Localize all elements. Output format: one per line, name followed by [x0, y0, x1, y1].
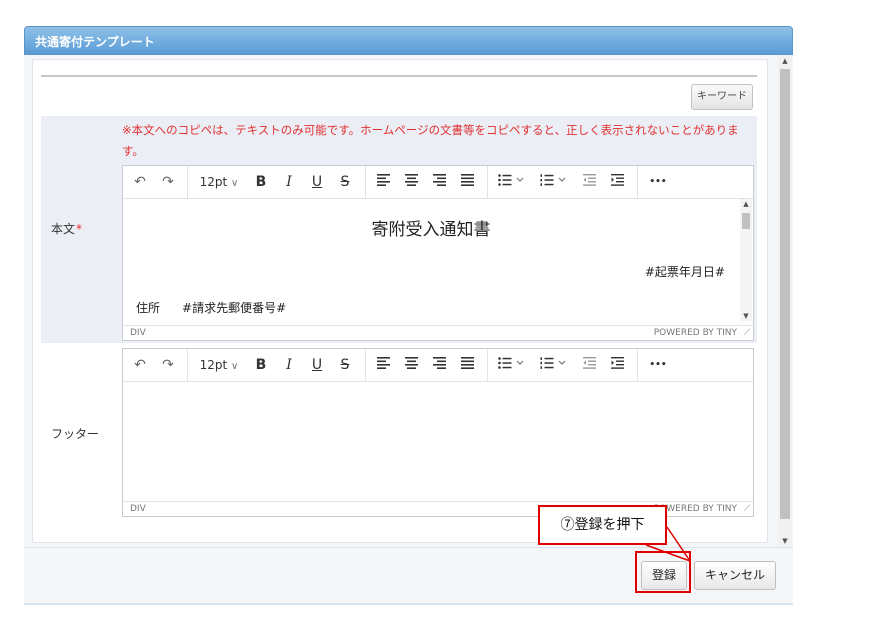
address-line: 住所 #請求先郵便番号# — [136, 301, 287, 315]
bold-icon[interactable]: B — [250, 166, 272, 199]
divider — [41, 75, 757, 77]
align-right-icon[interactable] — [429, 349, 451, 382]
template-dialog: 共通寄付テンプレート キーワード 本文* ※本文へのコピペは、テキストのみ可能で… — [24, 26, 793, 606]
font-size-select[interactable]: 12pt ∨ — [193, 349, 245, 382]
copy-paste-notice: ※本文へのコピペは、テキストのみ可能です。ホームページの文書等をコピペすると、正… — [122, 123, 739, 158]
divider — [24, 603, 793, 605]
body-editor-content[interactable]: 寄附受入通知書 #起票年月日# 住所 #請求先郵便番号# ▲ ▼ — [123, 199, 753, 321]
indent-icon[interactable] — [607, 166, 629, 199]
font-size-select[interactable]: 12pt ∨ — [193, 166, 245, 199]
footer-editor-content[interactable] — [123, 382, 753, 502]
outdent-icon[interactable] — [579, 349, 601, 382]
resize-handle-icon[interactable]: ⟋ — [744, 502, 750, 516]
align-left-icon[interactable] — [373, 349, 395, 382]
dialog-content: キーワード 本文* ※本文へのコピペは、テキストのみ可能です。ホームページの文書… — [24, 55, 793, 547]
undo-icon[interactable]: ↶ — [129, 349, 151, 382]
body-editor[interactable]: ↶ ↷ 12pt ∨ B I U S ••• 寄附受入通知書 #起票年月日# 住… — [122, 165, 754, 341]
bullet-list-icon[interactable] — [495, 349, 531, 382]
redo-icon[interactable]: ↷ — [157, 349, 179, 382]
dialog-titlebar: 共通寄付テンプレート — [24, 26, 793, 55]
document-title: 寄附受入通知書 — [371, 220, 491, 240]
body-field-label: 本文* — [51, 222, 83, 236]
form-card: キーワード 本文* ※本文へのコピペは、テキストのみ可能です。ホームページの文書… — [32, 59, 768, 543]
more-icon[interactable]: ••• — [645, 166, 671, 199]
resize-handle-icon[interactable]: ⟋ — [744, 326, 750, 340]
scroll-down-icon[interactable]: ▼ — [740, 312, 752, 320]
editor-toolbar: ↶ ↷ 12pt ∨ B I U S ••• — [123, 166, 753, 199]
bullet-list-icon[interactable] — [495, 166, 531, 199]
editor-statusbar: DIV POWERED BY TINY ⟋ — [123, 325, 753, 340]
align-center-icon[interactable] — [401, 166, 423, 199]
annotation-highlight — [635, 551, 691, 593]
date-placeholder: #起票年月日# — [644, 265, 725, 279]
align-left-icon[interactable] — [373, 166, 395, 199]
bold-icon[interactable]: B — [250, 349, 272, 382]
italic-icon[interactable]: I — [278, 349, 300, 382]
annotation-callout: ⑦登録を押下 — [538, 505, 667, 545]
strikethrough-icon[interactable]: S — [334, 349, 356, 382]
align-justify-icon[interactable] — [457, 349, 479, 382]
scroll-up-icon[interactable]: ▲ — [740, 200, 752, 208]
numbered-list-icon[interactable] — [537, 349, 573, 382]
align-center-icon[interactable] — [401, 349, 423, 382]
underline-icon[interactable]: U — [306, 166, 328, 199]
align-justify-icon[interactable] — [457, 166, 479, 199]
scrollbar-thumb[interactable] — [780, 69, 790, 519]
editor-scrollbar[interactable]: ▲ ▼ — [740, 199, 752, 321]
element-path: DIV — [130, 328, 146, 338]
element-path: DIV — [130, 504, 146, 514]
dialog-title: 共通寄付テンプレート — [35, 35, 155, 49]
indent-icon[interactable] — [607, 349, 629, 382]
strikethrough-icon[interactable]: S — [334, 166, 356, 199]
undo-icon[interactable]: ↶ — [129, 166, 151, 199]
powered-by-label[interactable]: POWERED BY TINY — [654, 326, 737, 340]
scroll-up-icon[interactable]: ▲ — [778, 57, 792, 65]
outdent-icon[interactable] — [579, 166, 601, 199]
cancel-button[interactable]: キャンセル — [694, 561, 776, 590]
more-icon[interactable]: ••• — [645, 349, 671, 382]
align-right-icon[interactable] — [429, 166, 451, 199]
underline-icon[interactable]: U — [306, 349, 328, 382]
editor-toolbar: ↶ ↷ 12pt ∨ B I U S ••• — [123, 349, 753, 382]
required-mark: * — [76, 222, 83, 236]
redo-icon[interactable]: ↷ — [157, 166, 179, 199]
keyword-button[interactable]: キーワード — [691, 84, 753, 110]
scroll-down-icon[interactable]: ▼ — [778, 537, 792, 545]
italic-icon[interactable]: I — [278, 166, 300, 199]
footer-editor[interactable]: ↶ ↷ 12pt ∨ B I U S ••• DIV POWERED BY TI… — [122, 348, 754, 517]
footer-field-label: フッター — [51, 427, 100, 441]
chevron-down-icon: ∨ — [231, 178, 239, 189]
numbered-list-icon[interactable] — [537, 166, 573, 199]
scrollbar-thumb[interactable] — [742, 213, 750, 229]
chevron-down-icon: ∨ — [231, 361, 239, 372]
dialog-scrollbar[interactable]: ▲ ▼ — [778, 55, 792, 547]
